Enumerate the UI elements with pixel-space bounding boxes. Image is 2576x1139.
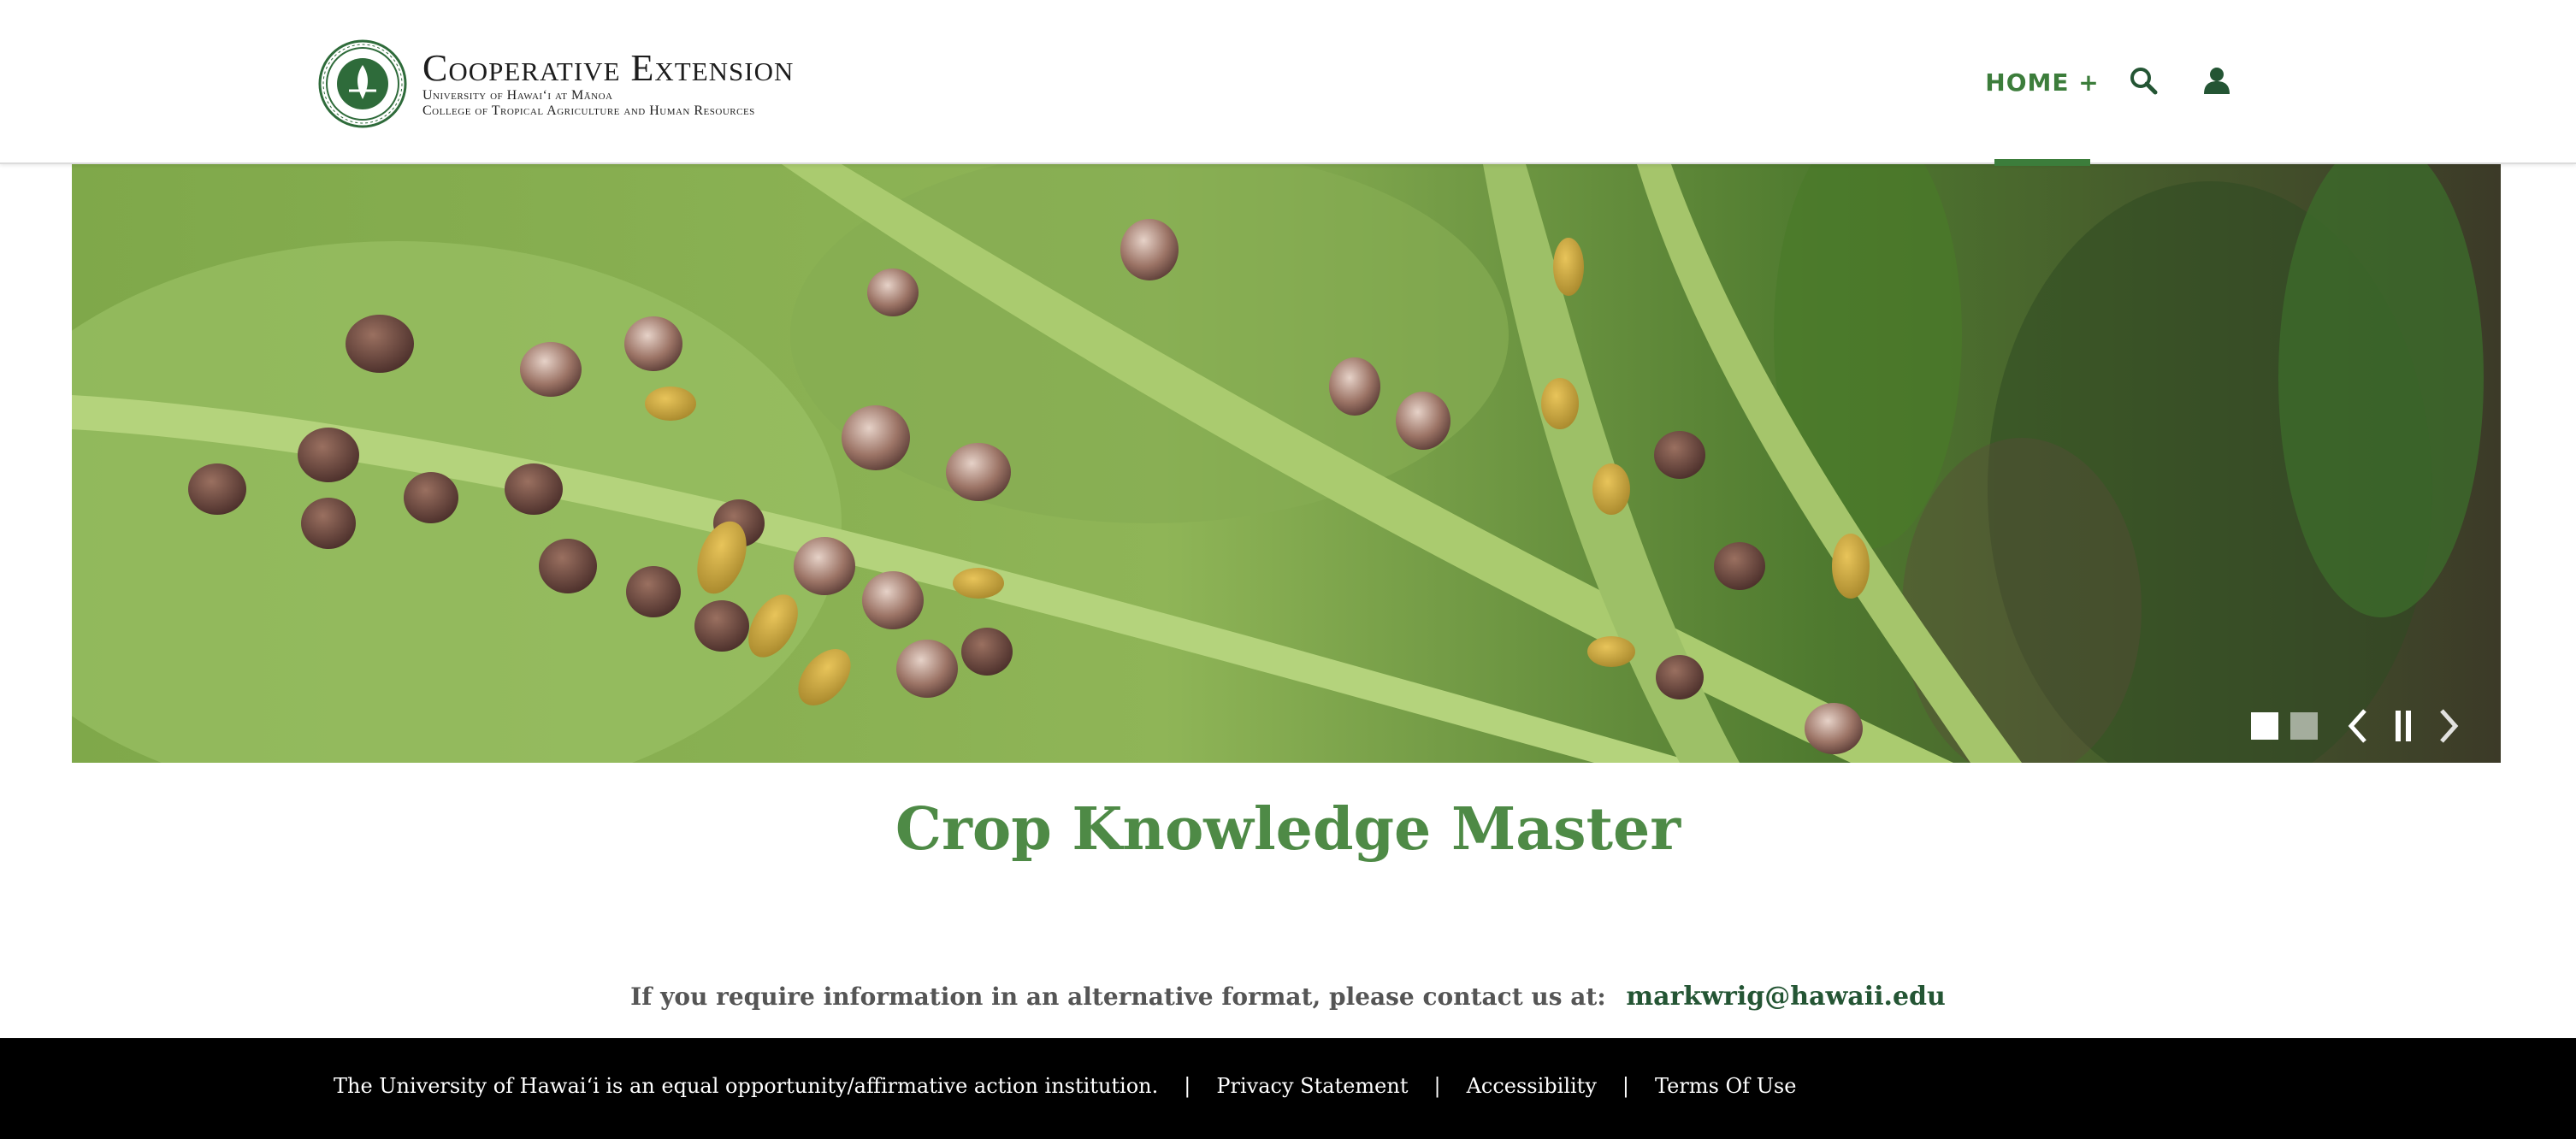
university-seal-icon — [318, 39, 407, 128]
footer-separator: | — [1184, 1074, 1191, 1098]
footer-link-accessibility[interactable]: Accessibility — [1467, 1074, 1597, 1098]
hero-slideshow — [72, 164, 2501, 763]
pause-icon[interactable] — [2384, 707, 2422, 745]
footer-separator: | — [1622, 1074, 1629, 1098]
logo-text: Cooperative Extension University of Hawa… — [422, 49, 794, 119]
site-header: Cooperative Extension University of Hawa… — [0, 0, 2576, 166]
search-icon[interactable] — [2128, 63, 2159, 97]
nav-home[interactable]: HOME + — [1985, 0, 2099, 166]
page-title: Crop Knowledge Master — [895, 795, 1681, 864]
chevron-right-icon[interactable] — [2431, 707, 2468, 745]
slideshow-controls — [2251, 708, 2468, 744]
chevron-left-icon[interactable] — [2338, 707, 2376, 745]
contact-line: If you require information in an alterna… — [0, 982, 2576, 1012]
contact-email-link[interactable]: markwrig@hawaii.edu — [1626, 982, 1945, 1012]
site-footer: The University of Hawai‘i is an equal op… — [0, 1038, 2576, 1139]
logo-title: Cooperative Extension — [422, 47, 795, 89]
logo-subtitle-college: College of Tropical Agriculture and Huma… — [422, 103, 755, 118]
footer-separator: | — [1433, 1074, 1441, 1098]
nav-home-label: HOME + — [1985, 68, 2100, 97]
contact-text: If you require information in an alterna… — [630, 983, 1606, 1011]
footer-link-privacy[interactable]: Privacy Statement — [1216, 1074, 1408, 1098]
slide-indicator-1[interactable] — [2251, 712, 2278, 740]
logo-subtitle-university: University of Hawai‘i at Mānoa — [422, 88, 613, 103]
footer-link-terms[interactable]: Terms Of Use — [1655, 1074, 1796, 1098]
footer-statement: The University of Hawai‘i is an equal op… — [334, 1074, 1159, 1098]
site-logo[interactable]: Cooperative Extension University of Hawa… — [318, 39, 794, 128]
hero-image — [72, 164, 2501, 763]
footer-links: The University of Hawai‘i is an equal op… — [334, 1074, 1796, 1098]
slide-indicator-2[interactable] — [2290, 712, 2318, 740]
nav-active-indicator — [1994, 159, 2090, 166]
user-icon[interactable] — [2201, 63, 2232, 97]
